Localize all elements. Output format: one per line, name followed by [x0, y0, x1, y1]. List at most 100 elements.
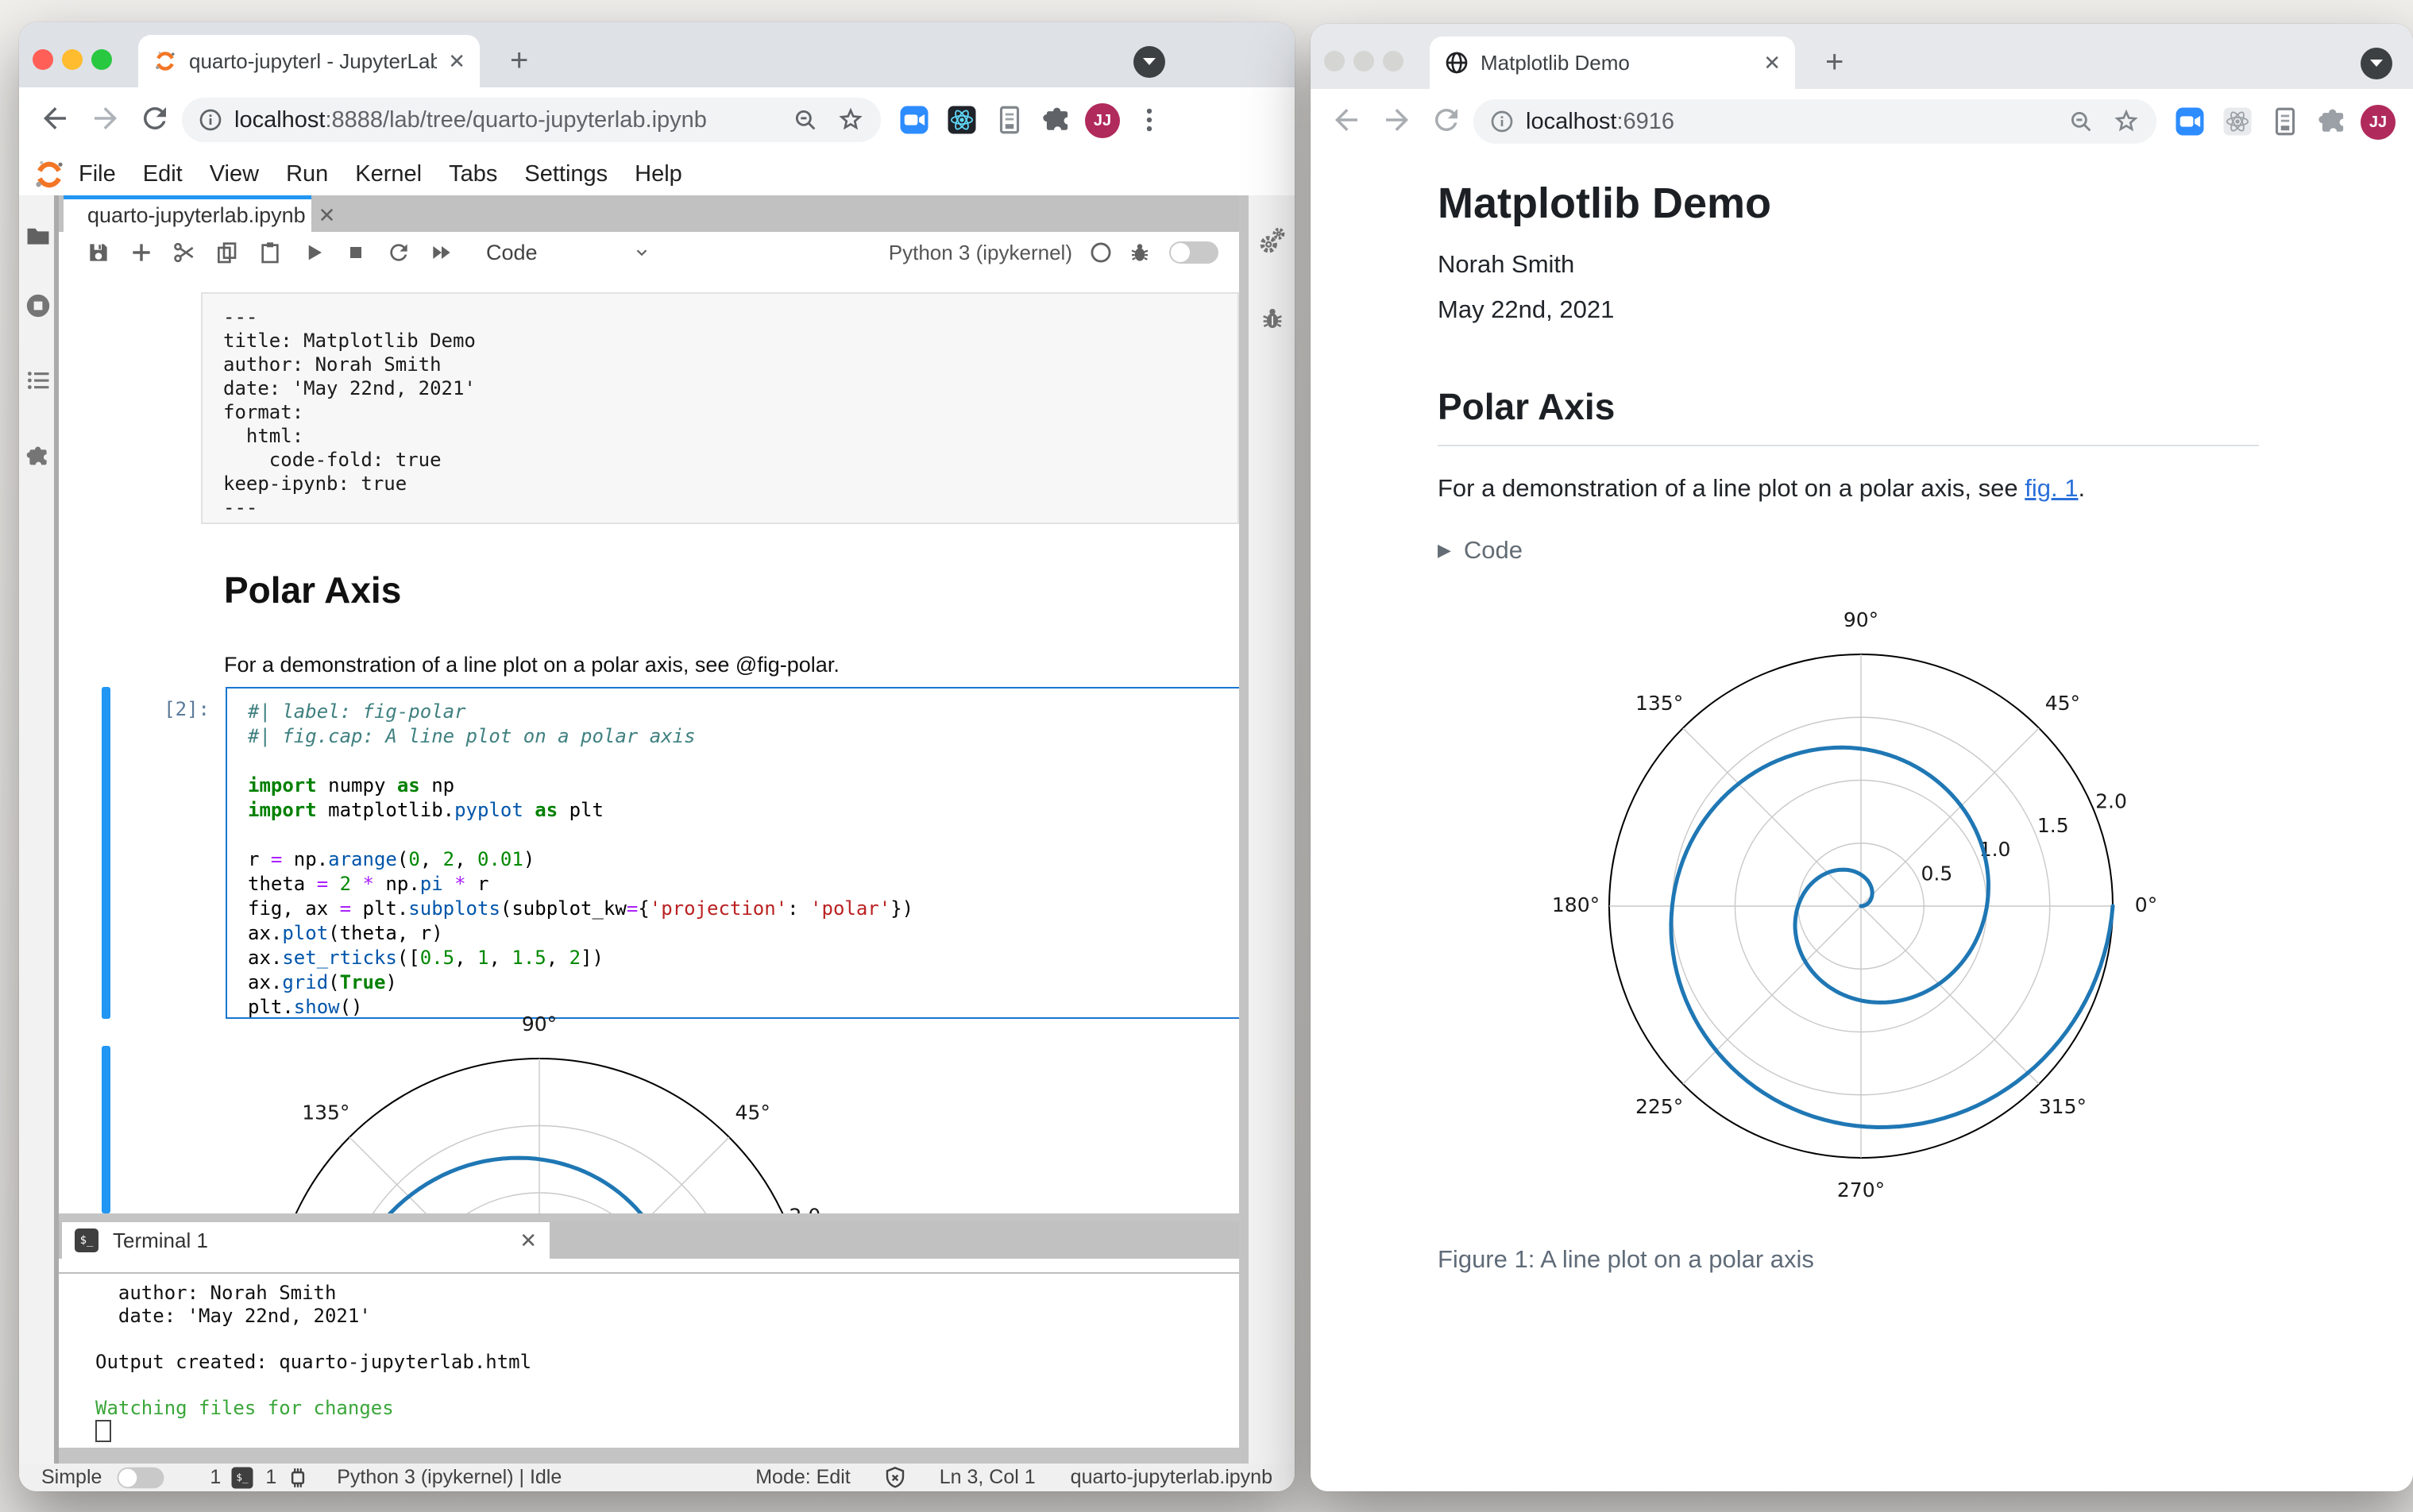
extension-manager-icon[interactable]	[25, 443, 52, 470]
cell-type-chevron-icon[interactable]	[633, 244, 651, 261]
extensions-puzzle-icon[interactable]	[2316, 105, 2349, 138]
restart-run-all-icon[interactable]	[429, 240, 454, 265]
debugger-sidebar-icon[interactable]	[1259, 305, 1286, 332]
menu-item-tabs[interactable]: Tabs	[435, 161, 511, 187]
run-cell-icon[interactable]	[302, 241, 326, 264]
react-devtools-extension-icon[interactable]	[945, 103, 979, 137]
minimize-window-button[interactable]	[62, 49, 83, 70]
new-tab-button[interactable]: +	[1825, 46, 1844, 78]
notebook-tab-close-icon[interactable]: ✕	[319, 203, 336, 228]
tab-close-icon[interactable]: ✕	[448, 49, 465, 74]
code-cell[interactable]: #| label: fig-polar #| fig.cap: A line pl…	[226, 687, 1239, 1019]
back-icon[interactable]	[1330, 103, 1363, 137]
terminal-tab-close-icon[interactable]: ✕	[519, 1228, 537, 1253]
address-bar[interactable]: localhost:8888/lab/tree/quarto-jupyterla…	[182, 98, 881, 142]
zoom-meet-extension-icon[interactable]	[898, 103, 931, 137]
forward-icon[interactable]	[89, 102, 122, 135]
url-text[interactable]: localhost:6916	[1526, 109, 2067, 135]
add-cell-icon[interactable]	[129, 240, 154, 265]
site-info-icon[interactable]	[198, 107, 223, 133]
tab-close-icon[interactable]: ✕	[1763, 51, 1781, 75]
zoom-window-button[interactable]	[91, 49, 112, 70]
browser-toolbar: localhost:8888/lab/tree/quarto-jupyterla…	[19, 87, 1295, 154]
mode-indicator[interactable]: Mode: Edit	[755, 1466, 851, 1489]
zoom-window-button[interactable]	[1383, 51, 1403, 71]
minimize-window-button[interactable]	[1353, 51, 1374, 71]
notes-extension-icon[interactable]	[993, 103, 1026, 137]
debugger-toggle-icon[interactable]	[1128, 241, 1152, 264]
kernels-count[interactable]: 1	[265, 1466, 276, 1489]
paste-cell-icon[interactable]	[257, 240, 283, 265]
cursor-position[interactable]: Ln 3, Col 1	[940, 1466, 1036, 1489]
restart-kernel-icon[interactable]	[386, 240, 411, 265]
terminal-tab[interactable]: $_ Terminal 1 ✕	[62, 1222, 550, 1259]
notes-extension-icon[interactable]	[2268, 105, 2302, 138]
cut-cell-icon[interactable]	[172, 240, 197, 265]
panel-splitter[interactable]	[59, 1213, 1239, 1221]
kernels-chip-icon[interactable]	[286, 1466, 310, 1490]
url-text[interactable]: localhost:8888/lab/tree/quarto-jupyterla…	[234, 107, 792, 133]
browser-menu-icon[interactable]	[2405, 106, 2413, 137]
notebook-tab[interactable]: quarto-jupyterlab.ipynb ✕	[64, 195, 335, 232]
simple-interface-toggle[interactable]	[1169, 241, 1218, 264]
copy-cell-icon[interactable]	[214, 240, 240, 265]
react-devtools-extension-icon[interactable]	[2221, 105, 2254, 138]
zoom-level-icon[interactable]	[2067, 108, 2094, 135]
zoom-level-icon[interactable]	[792, 106, 819, 133]
table-of-contents-icon[interactable]	[25, 367, 52, 394]
reload-icon[interactable]	[1430, 103, 1463, 137]
figure-link[interactable]: fig. 1	[2025, 474, 2078, 502]
yaml-line: title: Matplotlib Demo	[223, 330, 476, 352]
address-bar[interactable]: localhost:6916	[1473, 99, 2156, 144]
browser-tab[interactable]: Matplotlib Demo ✕	[1430, 37, 1795, 89]
zoom-meet-extension-icon[interactable]	[2173, 105, 2206, 138]
running-kernels-icon[interactable]	[25, 292, 52, 319]
extensions-puzzle-icon[interactable]	[1040, 103, 1074, 137]
menu-item-run[interactable]: Run	[272, 161, 342, 187]
new-tab-button[interactable]: +	[510, 44, 528, 76]
output-cell-collapser[interactable]	[102, 1046, 110, 1213]
terminal-output[interactable]: author: Norah Smith date: 'May 22nd, 202…	[59, 1274, 1239, 1448]
menu-item-edit[interactable]: Edit	[129, 161, 196, 187]
menu-item-settings[interactable]: Settings	[511, 161, 621, 187]
code-cell-collapser[interactable]	[102, 687, 110, 1019]
save-icon[interactable]	[86, 240, 111, 265]
menu-item-file[interactable]: File	[65, 161, 129, 187]
back-icon[interactable]	[38, 102, 71, 135]
cell-type-dropdown[interactable]: Code	[486, 241, 538, 265]
stop-kernel-icon[interactable]	[345, 241, 367, 264]
forward-icon[interactable]	[1380, 103, 1414, 137]
bookmark-star-icon[interactable]	[836, 106, 865, 134]
close-window-button[interactable]	[1324, 51, 1345, 71]
markdown-paragraph[interactable]: For a demonstration of a line plot on a …	[224, 653, 840, 677]
menu-item-view[interactable]: View	[196, 161, 272, 187]
code-fold-toggle[interactable]: ▶ Code	[1438, 536, 1523, 565]
notebook-scrollbar[interactable]	[1239, 195, 1249, 1464]
kernel-status-text[interactable]: Python 3 (ipykernel) | Idle	[337, 1466, 562, 1489]
terminal-cursor	[95, 1420, 111, 1442]
browser-tab[interactable]: quarto-jupyterl - JupyterLab ✕	[138, 35, 480, 87]
markdown-heading[interactable]: Polar Axis	[224, 569, 401, 611]
site-info-icon[interactable]	[1489, 109, 1515, 134]
jupyter-logo	[36, 160, 63, 188]
menu-item-help[interactable]: Help	[621, 161, 696, 187]
simple-mode-toggle[interactable]	[117, 1467, 164, 1488]
tab-search-button[interactable]	[2361, 48, 2392, 79]
tab-search-button[interactable]	[1133, 46, 1165, 78]
avatar[interactable]: JJ	[2361, 105, 2396, 140]
browser-menu-icon[interactable]	[1134, 105, 1164, 135]
reload-icon[interactable]	[138, 102, 172, 135]
bookmark-star-icon[interactable]	[2112, 107, 2141, 136]
trust-shield-icon[interactable]	[882, 1465, 908, 1491]
property-inspector-gear-icon[interactable]	[1257, 226, 1288, 256]
terminals-count[interactable]: 1	[210, 1466, 221, 1489]
kernel-name[interactable]: Python 3 (ipykernel)	[889, 241, 1072, 265]
terminals-icon[interactable]: $_	[231, 1467, 253, 1488]
file-browser-icon[interactable]	[25, 222, 52, 249]
code-line: ax.plot(theta, r)	[248, 922, 443, 944]
avatar[interactable]: JJ	[1085, 103, 1120, 138]
raw-yaml-cell[interactable]: --- title: Matplotlib Demo author: Norah S…	[201, 292, 1239, 524]
menu-item-kernel[interactable]: Kernel	[342, 161, 435, 187]
statusbar-filename[interactable]: quarto-jupyterlab.ipynb	[1071, 1466, 1272, 1489]
close-window-button[interactable]	[33, 49, 53, 70]
